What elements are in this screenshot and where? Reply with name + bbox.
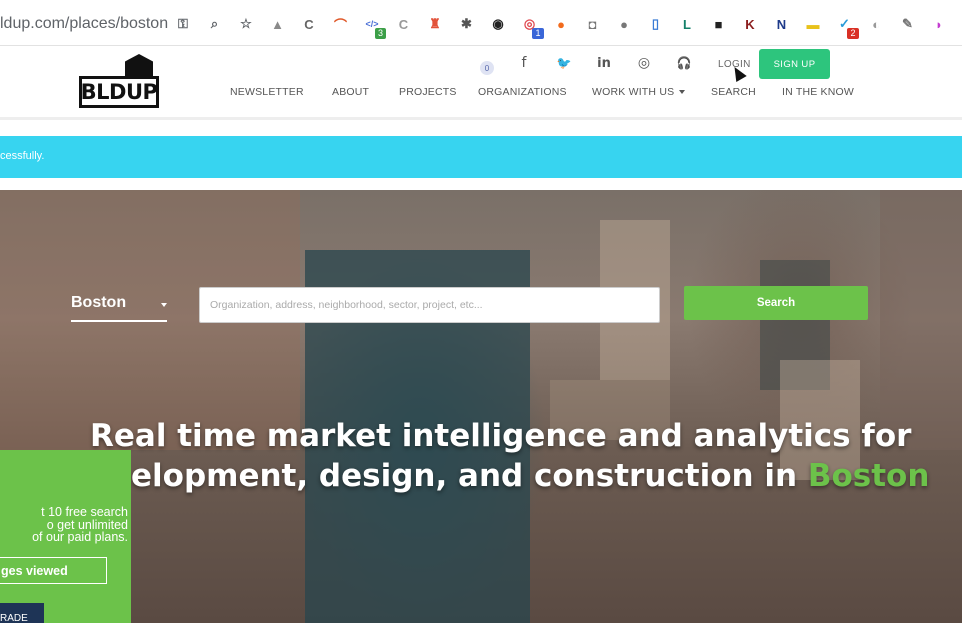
promo-message: t 10 free search o get unlimited of our …	[0, 506, 128, 544]
promo-line-1: t 10 free search	[41, 505, 128, 519]
extension-badge: 1	[532, 28, 544, 39]
key-icon[interactable]: ⚿	[172, 13, 194, 35]
l-box-icon-glyph: L	[683, 16, 691, 32]
success-banner: cessfully.	[0, 136, 962, 178]
social-links: 0 f 🐦 in ◎ 🎧	[480, 54, 716, 75]
notebook-icon[interactable]: ✎	[897, 13, 919, 35]
c-outline-icon-glyph: C	[398, 16, 409, 32]
nav-projects[interactable]: PROJECTS	[399, 86, 457, 98]
star-icon-glyph: ☆	[240, 16, 252, 31]
code-ext-icon[interactable]: </> 3	[361, 13, 386, 39]
video-icon-glyph: ■	[714, 16, 723, 32]
hero-section: Boston Search Real time market intellige…	[0, 190, 962, 623]
check-ext-icon[interactable]: ✓ 2	[834, 13, 859, 39]
yellow-box-icon[interactable]: ▬	[802, 13, 824, 35]
owl-icon[interactable]: ◉	[487, 13, 509, 35]
headline-city: Boston	[807, 458, 930, 494]
background-image	[880, 190, 962, 450]
notebook-icon-glyph: ✎	[902, 16, 913, 31]
nav-search[interactable]: SEARCH	[711, 86, 756, 98]
key-icon-glyph: ⚿	[178, 16, 188, 31]
gray-dots-icon-glyph: ◐	[872, 16, 880, 32]
hubspot-icon[interactable]: ✱	[456, 13, 478, 35]
chevron-down-icon	[679, 90, 686, 95]
arc-icon[interactable]: ⌒	[330, 13, 352, 35]
k-circle-icon-glyph: K	[745, 16, 755, 32]
extension-toolbar: ⚿ ⌕ ☆ ▲ C ⌒ </> 3 C ♜ ✱ ◉ ◎ 1 ● ◘ ● ▯ L ■ K N ▬ ✓ 2 ◐ ✎ ◗	[172, 13, 960, 39]
n-box-icon[interactable]: N	[771, 13, 793, 35]
pink-ext-icon[interactable]: ◗	[928, 13, 950, 35]
chevron-down-icon	[161, 303, 167, 307]
nav-organizations[interactable]: ORGANIZATIONS	[478, 86, 567, 98]
orange-ext-icon-glyph: ●	[557, 16, 565, 32]
cart-count-badge[interactable]: 0	[480, 61, 494, 75]
browser-toolbar: ldup.com/places/boston ⚿ ⌕ ☆ ▲ C ⌒ </> 3 C ♜ ✱ ◉ ◎ 1 ●…	[0, 0, 962, 46]
search-button[interactable]: Search	[684, 286, 868, 320]
hubspot-icon-glyph: ✱	[461, 16, 472, 31]
upgrade-button[interactable]: RADE	[0, 603, 44, 623]
video-icon[interactable]: ■	[708, 13, 730, 35]
facebook-icon[interactable]: f	[516, 55, 532, 71]
main-nav: NEWSLETTER ABOUT PROJECTS ORGANIZATIONS …	[0, 86, 962, 100]
camera-icon[interactable]: ◘	[582, 13, 604, 35]
zoom-icon[interactable]: ⌕	[204, 13, 226, 35]
instagram-icon[interactable]: ◎	[636, 55, 652, 71]
nav-work-with-us[interactable]: WORK WITH US	[592, 86, 686, 98]
nav-newsletter[interactable]: NEWSLETTER	[230, 86, 304, 98]
orange-ext-icon[interactable]: ●	[550, 13, 572, 35]
arc-icon-glyph: ⌒	[333, 17, 347, 33]
gray-dots-icon[interactable]: ◐	[865, 13, 887, 35]
signup-button[interactable]: SIGN UP	[759, 49, 830, 79]
l-box-icon[interactable]: L	[676, 13, 698, 35]
lighthouse-icon[interactable]: ♜	[424, 13, 446, 35]
drive-icon[interactable]: ▲	[267, 13, 289, 35]
extension-badge: 3	[374, 28, 386, 39]
gray-circle-icon-glyph: ●	[620, 16, 628, 32]
pages-viewed-button[interactable]: ges viewed	[0, 557, 107, 584]
search-input[interactable]	[199, 287, 660, 323]
city-dropdown[interactable]: Boston	[71, 292, 167, 322]
lighthouse-icon-glyph: ♜	[429, 16, 441, 31]
site-header: BLDUP 0 f 🐦 in ◎ 🎧 LOGIN SIGN UP NEWSLET…	[0, 46, 962, 120]
c-box-icon-glyph: C	[304, 16, 314, 32]
target-icon[interactable]: ◎ 1	[519, 13, 544, 39]
address-bar-url[interactable]: ldup.com/places/boston	[0, 15, 168, 33]
camera-icon-glyph: ◘	[588, 16, 597, 32]
nav-work-with-us-label: WORK WITH US	[592, 86, 675, 98]
k-circle-icon[interactable]: K	[739, 13, 761, 35]
podcast-icon[interactable]: 🎧	[676, 56, 692, 70]
extension-badge: 2	[847, 28, 859, 39]
linkedin-icon[interactable]: in	[596, 56, 612, 71]
drive-icon-glyph: ▲	[271, 16, 284, 32]
headline-line-1: Real time market intelligence and analyt…	[90, 418, 912, 454]
headline-line-2: elopment, design, and construction in Bo…	[131, 458, 929, 494]
owl-icon-glyph: ◉	[492, 16, 504, 31]
promo-line-3: of our paid plans.	[32, 530, 128, 544]
blue-box-icon[interactable]: ▯	[645, 13, 667, 35]
zoom-icon-glyph: ⌕	[210, 16, 219, 31]
n-box-icon-glyph: N	[776, 16, 787, 32]
nav-in-the-know[interactable]: IN THE KNOW	[782, 86, 854, 98]
c-box-icon[interactable]: C	[298, 13, 320, 35]
free-search-promo: t 10 free search o get unlimited of our …	[0, 450, 131, 623]
headline-line-2-text: elopment, design, and construction in	[131, 458, 808, 494]
blue-box-icon-glyph: ▯	[651, 16, 660, 31]
c-outline-icon[interactable]: C	[393, 13, 415, 35]
nav-about[interactable]: ABOUT	[332, 86, 369, 98]
star-icon[interactable]: ☆	[235, 13, 257, 35]
twitter-icon[interactable]: 🐦	[556, 56, 572, 70]
city-selected-value: Boston	[71, 294, 127, 311]
pink-ext-icon-glyph: ◗	[935, 16, 943, 32]
gray-circle-icon[interactable]: ●	[613, 13, 635, 35]
yellow-box-icon-glyph: ▬	[806, 16, 820, 32]
banner-message: cessfully.	[0, 150, 45, 162]
